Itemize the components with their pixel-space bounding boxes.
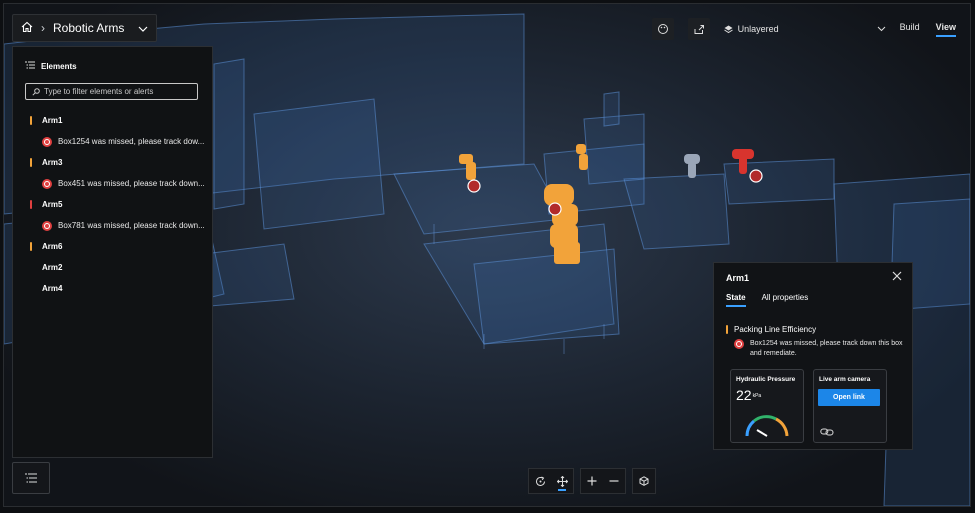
alert-icon xyxy=(734,339,744,349)
alert-text: Box781 was missed, please track down... xyxy=(58,221,205,230)
alert-text: Box451 was missed, please track down... xyxy=(58,179,205,188)
orbit-icon[interactable] xyxy=(529,469,551,493)
list-icon xyxy=(25,473,37,483)
alert-icon xyxy=(42,178,52,189)
elements-panel: Elements Arm1 Box1254 was missed, please… xyxy=(12,46,213,458)
layer-label: Unlayered xyxy=(737,24,779,34)
zoom-in-icon[interactable] xyxy=(581,469,603,493)
status-indicator xyxy=(30,242,32,251)
kpi-label: Packing Line Efficiency xyxy=(734,325,817,334)
element-label: Arm5 xyxy=(42,200,63,209)
element-item-arm4[interactable]: Arm4 xyxy=(13,278,212,299)
tile-title: Live arm camera xyxy=(819,376,871,383)
breadcrumb: › Robotic Arms xyxy=(12,14,158,42)
tab-all-properties[interactable]: All properties xyxy=(762,293,809,307)
element-tree: Arm1 Box1254 was missed, please track do… xyxy=(13,110,212,299)
viewer-frame: › Robotic Arms Unlayered Build View Elem… xyxy=(3,3,971,507)
status-indicator xyxy=(726,325,728,334)
element-item-arm3[interactable]: Arm3 xyxy=(13,152,212,173)
element-item-arm1[interactable]: Arm1 xyxy=(13,110,212,131)
chevron-right-icon: › xyxy=(41,21,45,35)
element-item-arm2[interactable]: Arm2 xyxy=(13,257,212,278)
element-item-arm5[interactable]: Arm5 xyxy=(13,194,212,215)
element-label: Arm3 xyxy=(42,158,63,167)
close-icon[interactable] xyxy=(890,269,904,283)
pan-icon[interactable] xyxy=(551,469,573,493)
alert-text: Box1254 was missed, please track dow... xyxy=(58,137,205,146)
card-alert[interactable]: Box1254 was missed, please track down th… xyxy=(734,339,906,359)
zoom-group xyxy=(580,468,626,494)
list-icon xyxy=(25,61,35,71)
mode-switch: Build View xyxy=(900,22,956,37)
card-alert-text: Box1254 was missed, please track down th… xyxy=(750,340,903,357)
search-icon xyxy=(32,83,40,101)
alert-icon xyxy=(42,136,52,147)
pressure-unit: kPa xyxy=(752,393,762,400)
status-indicator xyxy=(30,158,32,167)
view-group xyxy=(632,468,656,494)
element-label: Arm2 xyxy=(42,263,63,272)
hydraulic-pressure-tile: Hydraulic Pressure 22kPa xyxy=(730,369,804,443)
alert-item[interactable]: Box1254 was missed, please track dow... xyxy=(13,131,212,152)
element-label: Arm6 xyxy=(42,242,63,251)
top-toolbar: Unlayered Build View xyxy=(651,18,956,40)
open-link-button[interactable]: Open link xyxy=(818,389,880,406)
filter-input[interactable] xyxy=(44,87,184,96)
pressure-gauge xyxy=(745,415,789,437)
tab-state[interactable]: State xyxy=(726,293,746,307)
live-camera-tile: Live arm camera Open link xyxy=(813,369,887,443)
tile-title: Hydraulic Pressure xyxy=(736,376,796,383)
navigation-group xyxy=(528,468,574,494)
layer-selector[interactable]: Unlayered xyxy=(723,24,779,34)
element-item-arm6[interactable]: Arm6 xyxy=(13,236,212,257)
palette-icon[interactable] xyxy=(651,18,674,40)
alert-icon xyxy=(42,220,52,231)
zoom-out-icon[interactable] xyxy=(603,469,625,493)
element-label: Arm1 xyxy=(42,116,63,125)
layers-icon xyxy=(723,25,733,33)
home-icon[interactable] xyxy=(21,21,33,36)
filter-field[interactable] xyxy=(25,83,198,100)
status-indicator xyxy=(30,200,32,209)
scene-title: Robotic Arms xyxy=(53,21,125,35)
camera-toolbar xyxy=(528,468,656,494)
alert-item[interactable]: Box451 was missed, please track down... xyxy=(13,173,212,194)
chevron-down-icon[interactable] xyxy=(877,26,886,32)
link-icon[interactable] xyxy=(820,424,834,442)
alert-item[interactable]: Box781 was missed, please track down... xyxy=(13,215,212,236)
card-title: Arm1 xyxy=(726,273,750,283)
card-tabs: State All properties xyxy=(726,293,808,307)
view-mode-tab[interactable]: View xyxy=(935,22,956,37)
arm-details-card: Arm1 State All properties Packing Line E… xyxy=(713,262,913,450)
kpi-row: Packing Line Efficiency xyxy=(726,325,816,334)
toggle-elements-button[interactable] xyxy=(12,462,50,494)
cube-icon[interactable] xyxy=(633,469,655,493)
share-icon[interactable] xyxy=(687,18,710,40)
element-label: Arm4 xyxy=(42,284,63,293)
status-indicator xyxy=(30,116,32,125)
panel-title: Elements xyxy=(41,61,77,71)
chevron-down-icon[interactable] xyxy=(138,21,148,35)
pressure-value: 22kPa xyxy=(736,387,762,403)
build-mode-tab[interactable]: Build xyxy=(900,22,920,37)
